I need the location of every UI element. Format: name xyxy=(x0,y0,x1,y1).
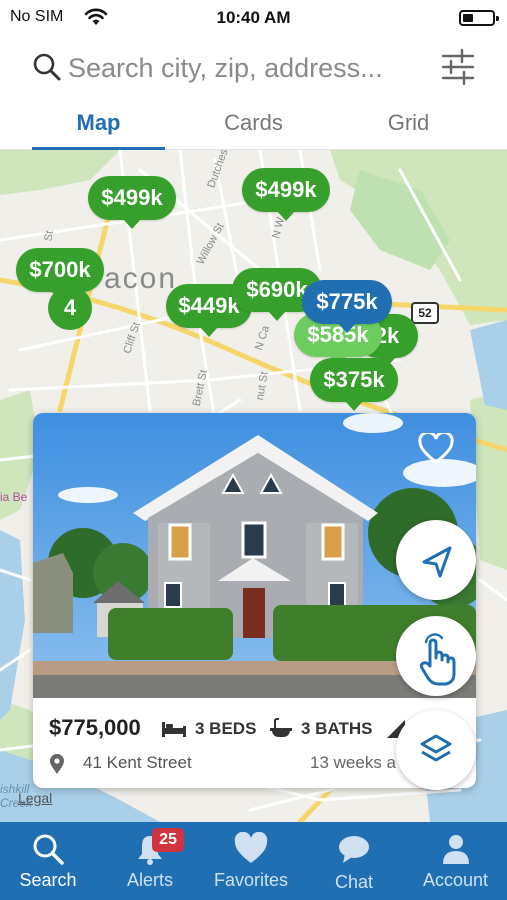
view-tabs: Map Cards Grid xyxy=(0,100,507,150)
search-input[interactable] xyxy=(68,48,428,88)
bathtub-icon xyxy=(270,718,292,737)
nav-label: Account xyxy=(422,870,489,890)
navigation-arrow-icon xyxy=(422,546,452,578)
filter-sliders-icon[interactable] xyxy=(440,48,476,86)
legal-link[interactable]: Legal xyxy=(18,790,52,806)
nav-search[interactable]: Search xyxy=(0,822,96,900)
listing-address: 41 Kent Street xyxy=(83,753,192,772)
search-bar xyxy=(0,40,507,96)
nav-chat[interactable]: Chat xyxy=(304,822,404,900)
heart-icon xyxy=(234,832,268,863)
price-pin-selected[interactable]: $775k xyxy=(302,280,392,333)
search-icon xyxy=(33,834,64,865)
price-pin[interactable]: $499k xyxy=(242,168,330,221)
cluster-marker[interactable]: 4 xyxy=(48,286,92,330)
price-pin[interactable]: $499k xyxy=(88,176,176,229)
nav-label: Alerts xyxy=(126,870,173,890)
city-label: acon xyxy=(104,262,178,295)
nav-account[interactable]: Account xyxy=(404,822,507,900)
beds-count: 3 BEDS xyxy=(195,719,257,738)
status-bar: No SIM 10:40 AM xyxy=(0,0,507,34)
nav-label: Favorites xyxy=(213,870,289,890)
poi-label: ia Be xyxy=(0,490,28,504)
tab-grid[interactable]: Grid xyxy=(342,110,475,136)
tab-map[interactable]: Map xyxy=(32,110,165,136)
bottom-tab-bar: Search Alerts 25 Favorites Chat Account xyxy=(0,822,507,900)
price-pin[interactable]: $375k xyxy=(310,358,398,411)
map-layers-button[interactable] xyxy=(396,710,476,790)
bed-icon xyxy=(162,722,186,737)
listing-price: $775,000 xyxy=(49,715,141,740)
hand-pointer-icon xyxy=(419,633,456,686)
alerts-count-badge: 25 xyxy=(152,828,184,852)
nav-alerts[interactable]: Alerts xyxy=(100,822,200,900)
nav-label: Chat xyxy=(334,872,374,892)
baths-count: 3 BATHS xyxy=(301,719,373,738)
route-52-badge: 52 xyxy=(411,302,439,324)
nav-label: Search xyxy=(19,870,77,890)
layers-icon xyxy=(420,734,452,762)
tab-cards[interactable]: Cards xyxy=(187,110,320,136)
person-icon xyxy=(442,835,469,864)
my-location-button[interactable] xyxy=(396,520,476,600)
street-label: St xyxy=(42,229,57,243)
battery-icon xyxy=(459,10,499,26)
search-icon xyxy=(33,53,61,81)
clock: 10:40 AM xyxy=(216,8,291,27)
price-pin[interactable]: $700k xyxy=(16,248,104,301)
draw-search-button[interactable] xyxy=(396,616,476,696)
nav-favorites[interactable]: Favorites xyxy=(200,822,302,900)
chat-icon xyxy=(339,836,369,863)
favorite-heart-icon[interactable] xyxy=(418,433,454,465)
location-pin-icon xyxy=(50,754,64,774)
